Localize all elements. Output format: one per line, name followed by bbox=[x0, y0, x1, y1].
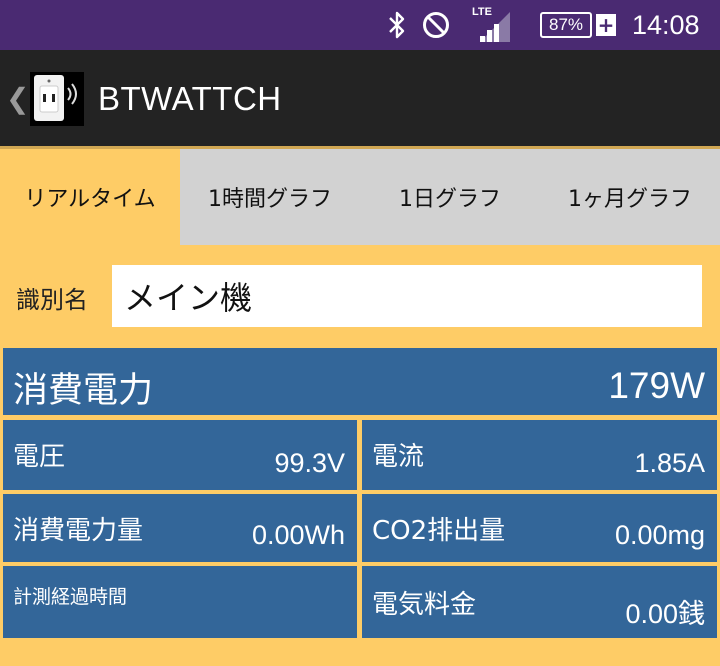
app-bar: ❮ BTWATTCH bbox=[0, 50, 720, 146]
cost-value: 0.00銭 bbox=[625, 599, 705, 629]
power-value: 179W bbox=[608, 365, 705, 406]
elapsed-time-panel: 計測経過時間 bbox=[3, 566, 357, 638]
elapsed-time-label: 計測経過時間 bbox=[13, 586, 128, 608]
app-title: BTWATTCH bbox=[98, 80, 282, 117]
co2-panel: CO2排出量 0.00mg bbox=[362, 494, 717, 562]
tab-1-month-graph[interactable]: 1ヶ月グラフ bbox=[540, 149, 720, 245]
energy-value: 0.00Wh bbox=[251, 520, 345, 550]
cost-label: 電気料金 bbox=[372, 590, 477, 620]
tab-bar: リアルタイム 1時間グラフ 1日グラフ 1ヶ月グラフ bbox=[0, 149, 720, 245]
current-value: 1.85A bbox=[634, 448, 705, 478]
bluetooth-icon bbox=[382, 0, 412, 50]
battery-icon: 87% + bbox=[540, 0, 620, 50]
tab-realtime[interactable]: リアルタイム bbox=[0, 149, 180, 245]
tab-1-hour-graph[interactable]: 1時間グラフ bbox=[180, 149, 360, 245]
current-label: 電流 bbox=[372, 442, 425, 472]
voltage-label: 電圧 bbox=[13, 442, 66, 472]
energy-panel: 消費電力量 0.00Wh bbox=[3, 494, 357, 562]
device-name-label: 識別名 bbox=[16, 286, 88, 314]
back-chevron-icon[interactable]: ❮ bbox=[6, 82, 29, 115]
signal-icon: LTE bbox=[472, 0, 514, 50]
cost-panel: 電気料金 0.00銭 bbox=[362, 566, 717, 638]
energy-label: 消費電力量 bbox=[13, 516, 144, 546]
power-label: 消費電力 bbox=[13, 371, 154, 411]
co2-label: CO2排出量 bbox=[372, 516, 506, 546]
status-time: 14:08 bbox=[632, 9, 700, 40]
current-panel: 電流 1.85A bbox=[362, 420, 717, 490]
battery-level: 87% bbox=[548, 15, 584, 34]
device-name-field[interactable]: メイン機 bbox=[112, 265, 702, 327]
tab-1-day-graph[interactable]: 1日グラフ bbox=[360, 149, 540, 245]
do-not-disturb-icon bbox=[420, 0, 452, 50]
status-bar: LTE 87% + 14:08 bbox=[0, 0, 720, 50]
power-panel: 消費電力 179W bbox=[3, 348, 717, 415]
voltage-panel: 電圧 99.3V bbox=[3, 420, 357, 490]
app-logo-icon[interactable] bbox=[30, 72, 84, 126]
voltage-value: 99.3V bbox=[274, 448, 345, 478]
co2-value: 0.00mg bbox=[614, 520, 705, 550]
